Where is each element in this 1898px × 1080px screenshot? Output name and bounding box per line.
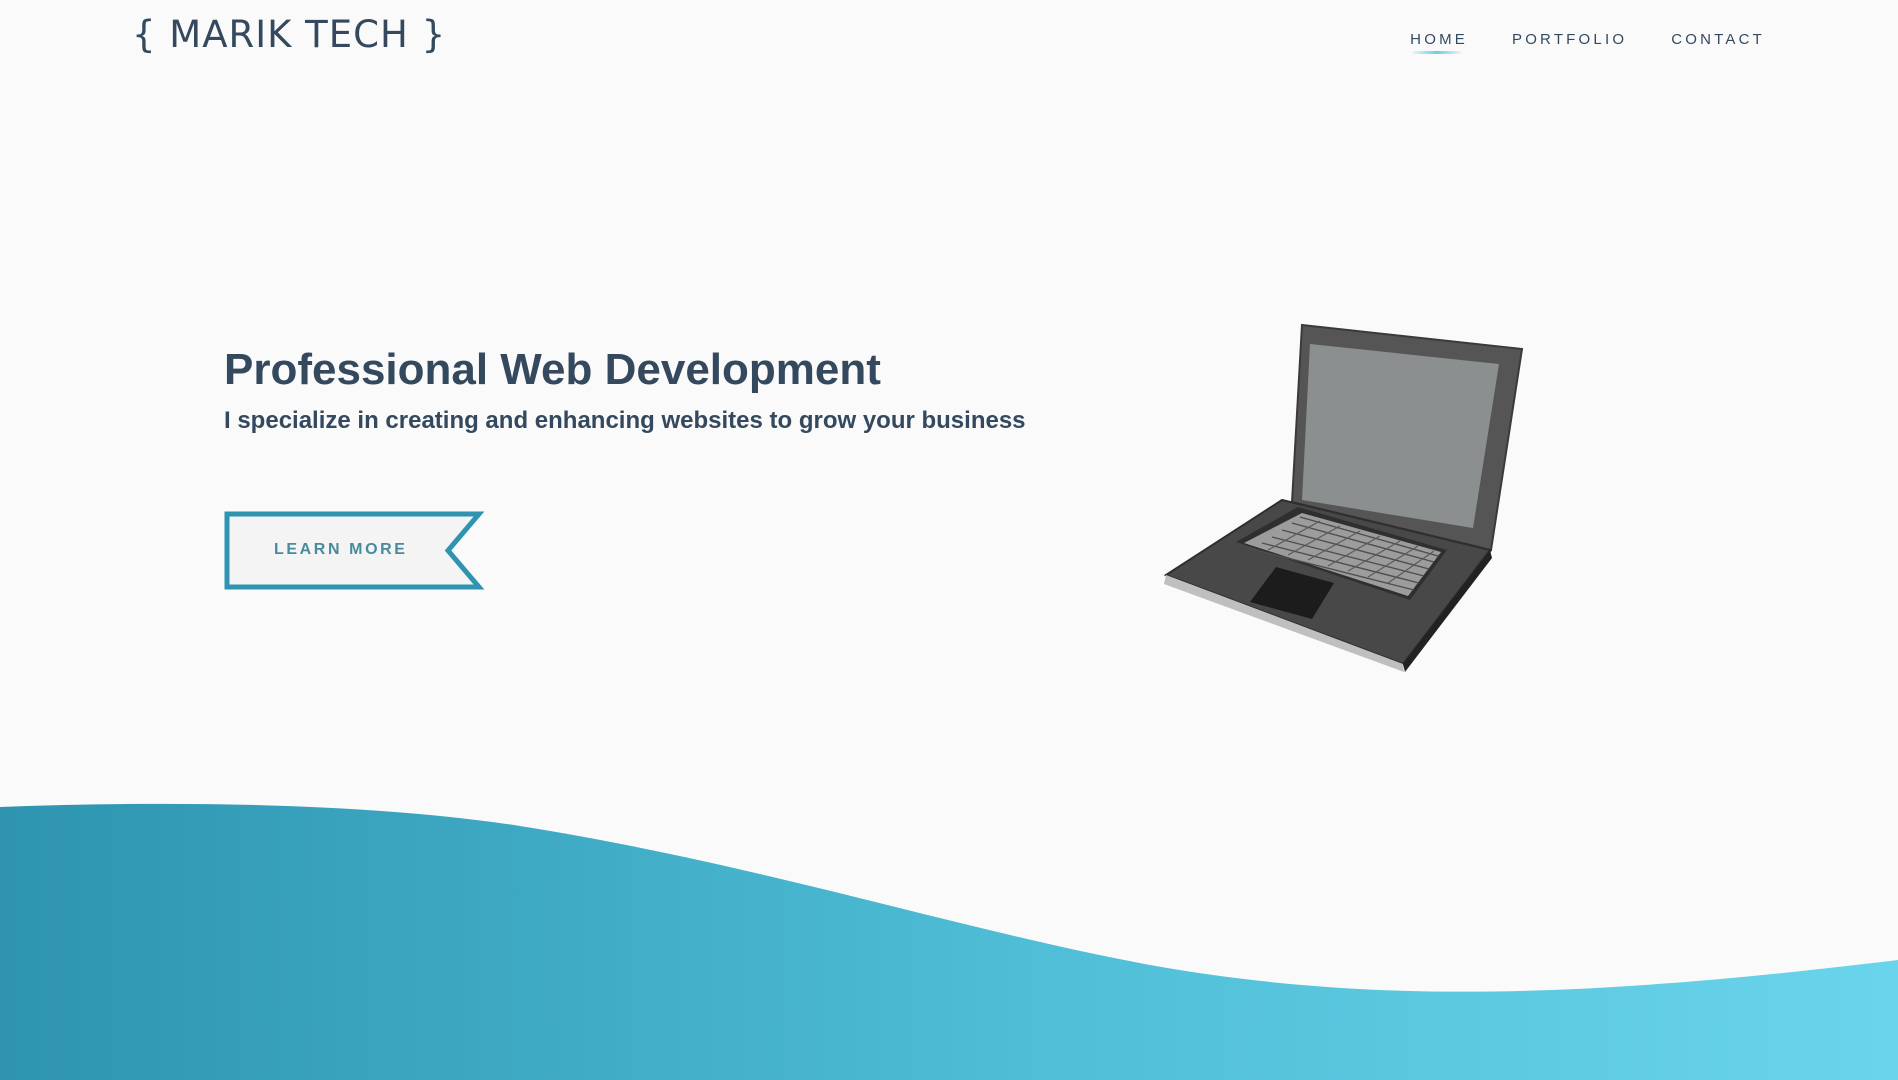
hero-subtitle: I specialize in creating and enhancing w…	[224, 407, 1026, 434]
site-logo[interactable]: { MARIK TECH }	[132, 16, 446, 53]
hero-title: Professional Web Development	[224, 345, 881, 394]
main-nav: HOME PORTFOLIO CONTACT	[1410, 32, 1765, 54]
nav-portfolio-link[interactable]: PORTFOLIO	[1512, 32, 1627, 52]
laptop-icon	[1163, 323, 1524, 672]
wave-decoration	[0, 803, 1898, 1080]
nav-contact-link[interactable]: CONTACT	[1671, 32, 1765, 52]
learn-more-label: LEARN MORE	[274, 541, 408, 558]
learn-more-button[interactable]: LEARN MORE	[224, 511, 485, 590]
nav-home-link[interactable]: HOME	[1410, 32, 1468, 54]
